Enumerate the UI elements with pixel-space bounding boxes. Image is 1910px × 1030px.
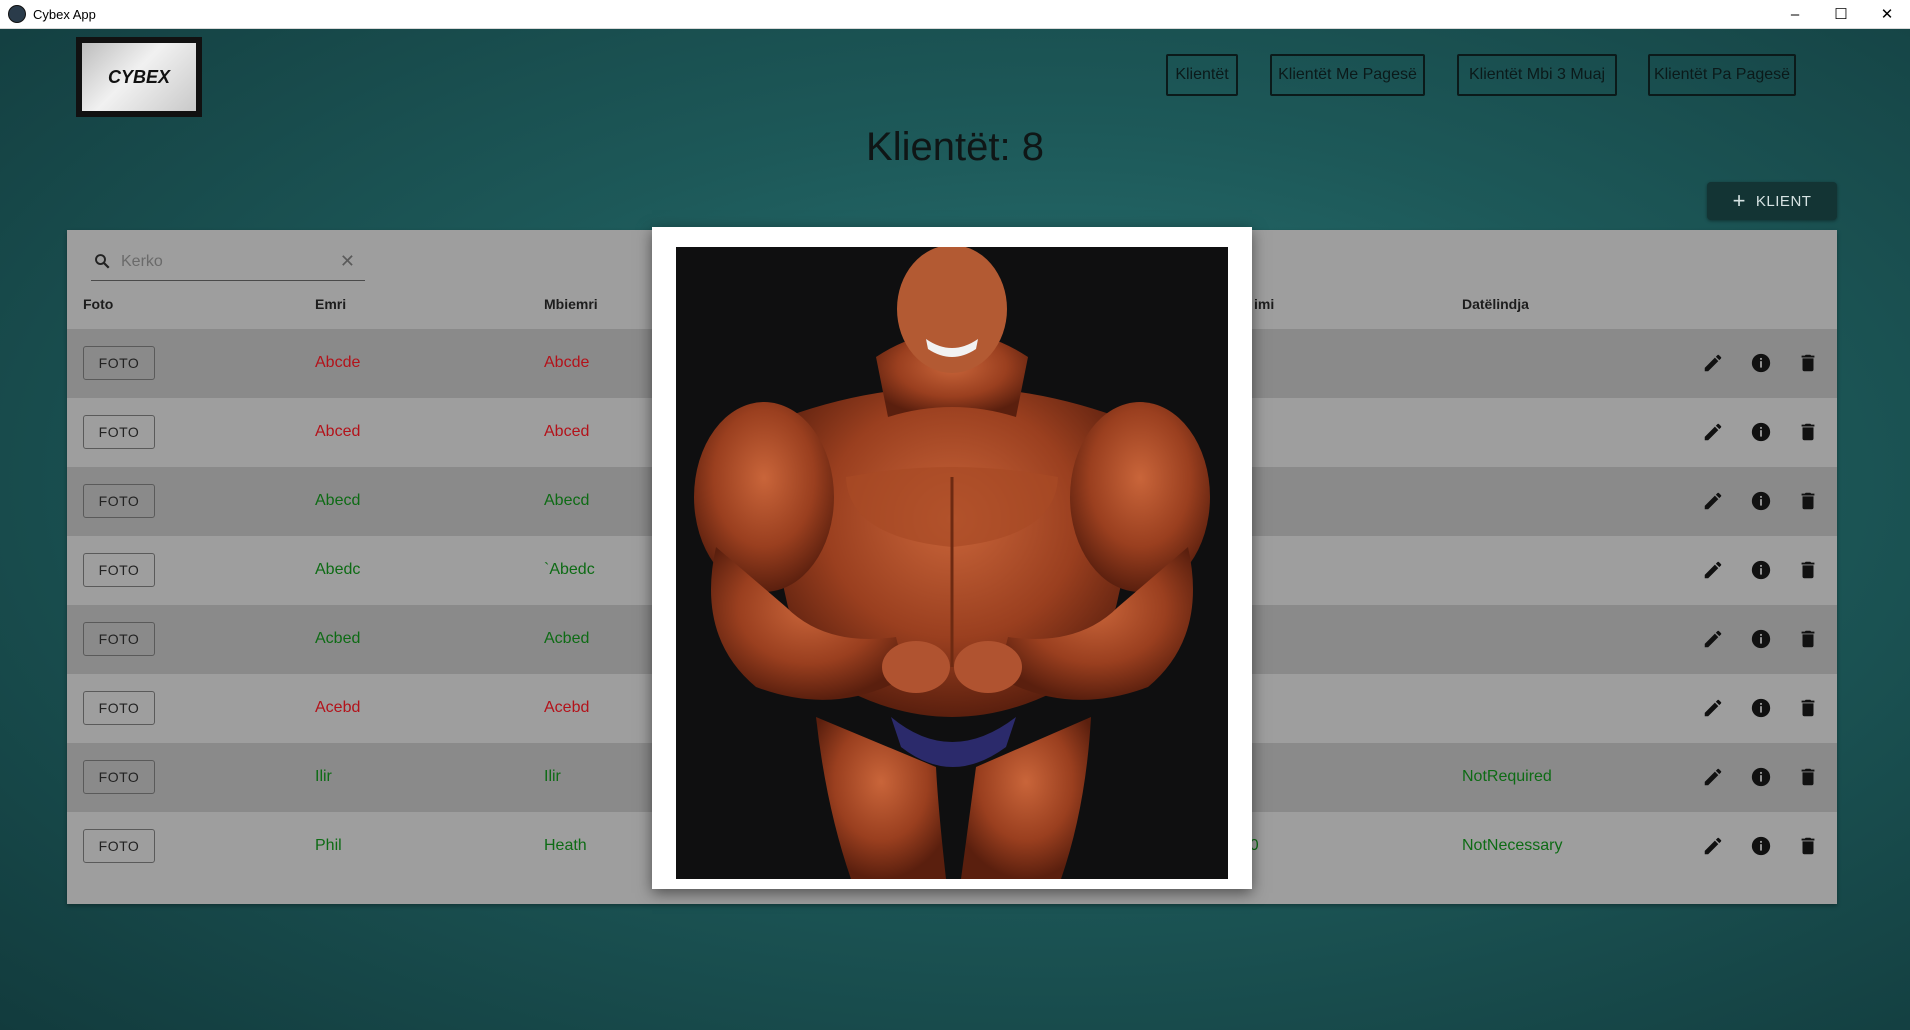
nav-klientet-mbi-3-muaj[interactable]: Klientët Mbi 3 Muaj <box>1457 54 1617 96</box>
edit-icon[interactable] <box>1702 421 1724 443</box>
info-icon[interactable] <box>1750 766 1772 788</box>
window-title: Cybex App <box>33 6 96 22</box>
info-icon[interactable] <box>1750 559 1772 581</box>
info-icon[interactable] <box>1750 835 1772 857</box>
cell-emri: Acbed <box>315 630 361 647</box>
edit-icon[interactable] <box>1702 766 1724 788</box>
cell-mbiemri: Abecd <box>544 492 590 509</box>
delete-icon[interactable] <box>1797 559 1819 581</box>
window-titlebar: Cybex App – ☐ ✕ <box>0 0 1910 29</box>
column-header-pagesa: imi <box>1254 296 1275 312</box>
bodybuilder-photo <box>676 247 1228 879</box>
info-icon[interactable] <box>1750 490 1772 512</box>
edit-icon[interactable] <box>1702 559 1724 581</box>
maximize-button[interactable]: ☐ <box>1818 0 1864 28</box>
foto-button[interactable]: FOTO <box>83 829 155 863</box>
delete-icon[interactable] <box>1797 352 1819 374</box>
column-header-emri: Emri <box>315 296 347 312</box>
photo-illustration <box>676 247 1228 879</box>
foto-button[interactable]: FOTO <box>83 484 155 518</box>
info-icon[interactable] <box>1750 352 1772 374</box>
cell-mbiemri: Abced <box>544 423 590 440</box>
cell-mbiemri: Ilir <box>544 768 561 785</box>
delete-icon[interactable] <box>1797 628 1819 650</box>
delete-icon[interactable] <box>1797 766 1819 788</box>
edit-icon[interactable] <box>1702 352 1724 374</box>
edit-icon[interactable] <box>1702 697 1724 719</box>
column-header-datelindja: Datëlindja <box>1462 296 1529 312</box>
foto-button[interactable]: FOTO <box>83 553 155 587</box>
search-input[interactable] <box>119 248 333 276</box>
info-icon[interactable] <box>1750 421 1772 443</box>
info-icon[interactable] <box>1750 628 1772 650</box>
delete-icon[interactable] <box>1797 835 1819 857</box>
cell-datelindja: NotNecessary <box>1462 837 1563 854</box>
nav-klientet-me-pagese[interactable]: Klientët Me Pagesë <box>1270 54 1425 96</box>
minimize-button[interactable]: – <box>1772 0 1818 28</box>
cell-emri: Abedc <box>315 561 361 578</box>
cell-mbiemri: Abcde <box>544 354 590 371</box>
cell-mbiemri: Heath <box>544 837 587 854</box>
delete-icon[interactable] <box>1797 697 1819 719</box>
foto-button[interactable]: FOTO <box>83 415 155 449</box>
close-icon[interactable]: ✕ <box>340 251 355 272</box>
page-title: Klientët: 8 <box>0 125 1910 170</box>
window-controls: – ☐ ✕ <box>1772 0 1910 28</box>
cell-mbiemri: `Abedc <box>544 561 595 578</box>
app-icon <box>8 5 26 23</box>
foto-button[interactable]: FOTO <box>83 691 155 725</box>
app-body: CYBEX Klientët Klientët Me Pagesë Klient… <box>0 29 1910 1030</box>
cybex-logo: CYBEX <box>76 37 202 117</box>
edit-icon[interactable] <box>1702 490 1724 512</box>
cell-mbiemri: Acebd <box>544 699 590 716</box>
foto-button[interactable]: FOTO <box>83 346 155 380</box>
cell-emri: Abcde <box>315 354 361 371</box>
nav-klientet-pa-pagese[interactable]: Klientët Pa Pagesë <box>1648 54 1796 96</box>
edit-icon[interactable] <box>1702 628 1724 650</box>
nav-klientet[interactable]: Klientët <box>1166 54 1238 96</box>
logo-text: CYBEX <box>82 43 196 111</box>
plus-icon: + <box>1732 188 1746 213</box>
info-icon[interactable] <box>1750 697 1772 719</box>
cell-emri: Acebd <box>315 699 361 716</box>
delete-icon[interactable] <box>1797 490 1819 512</box>
column-header-mbiemri: Mbiemri <box>544 296 598 312</box>
foto-button[interactable]: FOTO <box>83 760 155 794</box>
edit-icon[interactable] <box>1702 835 1724 857</box>
cell-datelindja: NotRequired <box>1462 768 1552 785</box>
cell-emri: Abced <box>315 423 361 440</box>
cell-emri: Abecd <box>315 492 361 509</box>
search-bar: ✕ <box>91 242 365 281</box>
add-client-button[interactable]: + KLIENT <box>1707 182 1837 220</box>
cell-mbiemri: Acbed <box>544 630 590 647</box>
cell-emri: Phil <box>315 837 342 854</box>
foto-button[interactable]: FOTO <box>83 622 155 656</box>
photo-dialog <box>652 227 1252 889</box>
add-client-label: KLIENT <box>1755 192 1812 210</box>
column-header-foto: Foto <box>83 296 114 312</box>
cell-emri: Ilir <box>315 768 332 785</box>
close-window-button[interactable]: ✕ <box>1864 0 1910 28</box>
search-icon <box>95 254 110 269</box>
delete-icon[interactable] <box>1797 421 1819 443</box>
page-title-text: Klientët: 8 <box>866 125 1044 169</box>
